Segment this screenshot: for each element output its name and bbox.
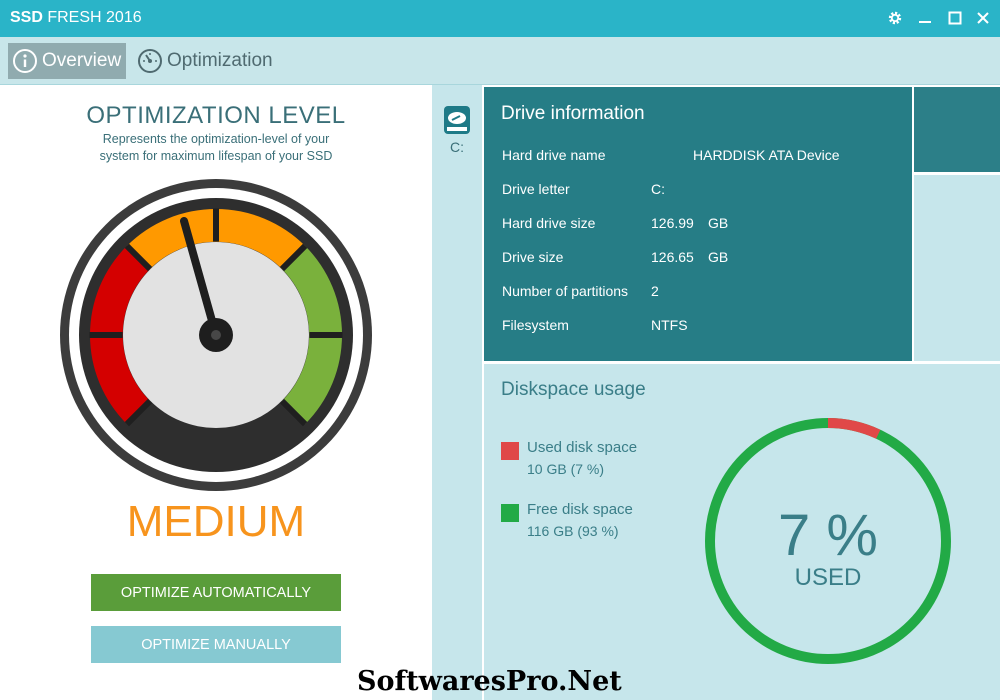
used-percent-value: 7 %: [778, 503, 878, 568]
info-icon: [13, 49, 37, 73]
watermark-text: SoftwaresPro.Net: [357, 666, 622, 697]
optimization-title: OPTIMIZATION LEVEL: [86, 102, 346, 129]
info-label-hard-drive-name: Hard drive name: [502, 147, 606, 163]
drive-list: C:: [432, 85, 482, 700]
hard-drive-icon[interactable]: [443, 105, 471, 140]
speedometer-icon: [138, 49, 162, 73]
info-label-filesystem: Filesystem: [502, 317, 569, 333]
info-label-drive-size: Drive size: [502, 249, 564, 265]
info-value-drive-size: 126.65: [651, 249, 694, 265]
info-label-drive-letter: Drive letter: [502, 181, 570, 197]
free-space-legend-label: Free disk space: [527, 501, 633, 518]
optimization-gauge: [60, 179, 372, 491]
tab-optimization-label: Optimization: [167, 50, 273, 71]
drive-information-title: Drive information: [501, 103, 645, 124]
title-bar: SSD FRESH 2016: [0, 0, 1000, 37]
used-percent-label: USED: [794, 564, 862, 591]
optimize-automatically-button[interactable]: OPTIMIZE AUTOMATICALLY: [91, 574, 341, 611]
info-value-hard-drive-size: 126.99: [651, 215, 694, 231]
info-label-hard-drive-size: Hard drive size: [502, 215, 596, 231]
diskspace-usage-panel: Diskspace usage Used disk space 10 GB (7…: [484, 364, 1000, 700]
free-space-legend-swatch: [501, 504, 519, 522]
tab-optimization[interactable]: Optimization: [137, 43, 273, 79]
info-value-drive-letter: C:: [651, 181, 665, 197]
tab-overview-label: Overview: [42, 50, 122, 71]
optimization-level-value: MEDIUM: [126, 497, 306, 546]
tab-overview[interactable]: Overview: [8, 43, 126, 79]
info-value-hard-drive-name: HARDDISK ATA Device: [693, 147, 840, 163]
free-space-legend-value: 116 GB (93 %): [527, 523, 619, 539]
tab-bar: Overview Optimization: [0, 37, 1000, 85]
diskspace-usage-title: Diskspace usage: [501, 379, 646, 400]
maximize-icon[interactable]: [943, 6, 967, 30]
decorative-tile: [914, 87, 1000, 172]
optimization-subtitle: Represents the optimization-level of you…: [99, 132, 333, 163]
info-unit-hard-drive-size: GB: [708, 215, 729, 231]
decorative-tile-light: [914, 175, 1000, 361]
optimize-manually-button[interactable]: OPTIMIZE MANUALLY: [91, 626, 341, 663]
gear-icon[interactable]: [883, 6, 907, 30]
info-value-filesystem: NTFS: [651, 317, 688, 333]
drive-information-panel: Drive information Hard drive name HARDDI…: [484, 87, 912, 361]
info-label-number-of-partitions: Number of partitions: [502, 283, 629, 299]
minimize-icon[interactable]: [913, 6, 937, 30]
optimization-panel: OPTIMIZATION LEVEL Represents the optimi…: [0, 85, 432, 700]
used-space-legend-value: 10 GB (7 %): [527, 461, 605, 477]
used-space-legend-swatch: [501, 442, 519, 460]
close-icon[interactable]: [971, 6, 995, 30]
drive-item-c[interactable]: C:: [432, 139, 482, 155]
used-space-legend-label: Used disk space: [527, 439, 638, 456]
app-title: SSD FRESH 2016: [10, 9, 142, 26]
info-unit-drive-size: GB: [708, 249, 729, 265]
info-value-number-of-partitions: 2: [651, 283, 659, 299]
